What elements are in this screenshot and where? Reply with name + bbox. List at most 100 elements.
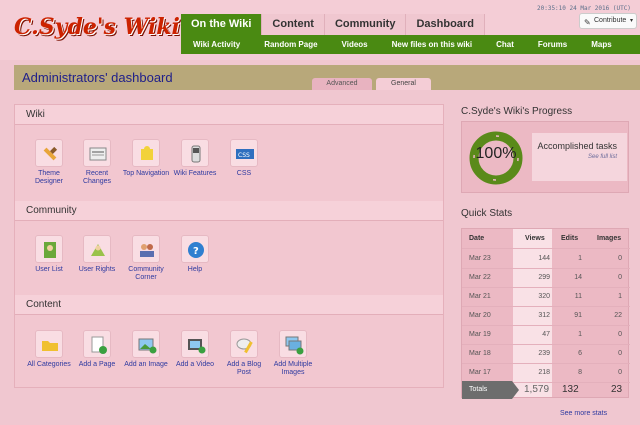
accomplished-label: Accomplished tasks <box>537 141 617 151</box>
tool-help[interactable]: ? Help <box>170 235 220 274</box>
css-icon: CSS <box>230 139 258 167</box>
page-title: Administrators' dashboard <box>22 70 173 85</box>
stat-edits: 14 <box>574 274 582 281</box>
stat-views: 218 <box>538 369 550 376</box>
tool-label: CSS <box>236 170 252 177</box>
newspaper-icon <box>83 139 111 167</box>
tool-label: Wiki Features <box>173 170 217 177</box>
see-full-list-link[interactable]: See full list <box>532 154 617 160</box>
tool-label: Theme Designer <box>34 170 63 185</box>
help-icon: ? <box>181 235 209 263</box>
sub-nav: Wiki Activity Random Page Videos New fil… <box>181 35 640 54</box>
progress-percent: 100% <box>475 145 517 162</box>
nav-tab-content[interactable]: Content <box>262 14 325 35</box>
see-more-stats-link[interactable]: See more stats <box>560 410 607 417</box>
col-date: Date <box>469 235 485 242</box>
subnav-new-files[interactable]: New files on this wiki <box>392 40 472 49</box>
blog-post-icon <box>230 330 258 358</box>
paintbrush-icon <box>35 139 63 167</box>
stat-images: 22 <box>614 312 622 319</box>
subnav-videos[interactable]: Videos <box>342 40 368 49</box>
tool-recent-changes[interactable]: Recent Changes <box>72 139 122 186</box>
nav-tab-on-the-wiki[interactable]: On the Wiki <box>181 14 263 35</box>
clock: 20:35:10 24 Mar 2016 (UTC) <box>537 5 631 12</box>
add-image-icon <box>132 330 160 358</box>
puzzle-icon <box>132 139 160 167</box>
stat-views: 299 <box>538 274 550 281</box>
tool-label: Add a Video <box>175 361 214 368</box>
table-row: Mar 21 320 11 1 <box>462 287 630 307</box>
tool-add-page[interactable]: Add a Page <box>72 330 122 369</box>
tool-label: Community Corner <box>128 266 164 281</box>
stats-totals: Totals 1,579 132 23 <box>462 381 630 399</box>
toggle-icon <box>181 139 209 167</box>
stat-views: 239 <box>538 350 550 357</box>
subnav-maps[interactable]: Maps <box>591 40 611 49</box>
tool-community-corner[interactable]: Community Corner <box>121 235 171 282</box>
total-views: 1,579 <box>524 384 550 395</box>
stat-images: 0 <box>618 331 622 338</box>
stat-edits: 1 <box>578 255 582 262</box>
nav-tab-dashboard[interactable]: Dashboard <box>406 14 485 35</box>
table-row: Mar 23 144 1 0 <box>462 249 630 269</box>
table-row: Mar 17 218 8 0 <box>462 363 630 383</box>
subnav-wiki-activity[interactable]: Wiki Activity <box>193 40 240 49</box>
stat-views: 47 <box>542 331 550 338</box>
stats-header: Date Views Edits Images <box>462 229 630 249</box>
tab-general[interactable]: General <box>376 78 431 90</box>
subnav-forums[interactable]: Forums <box>538 40 567 49</box>
tool-add-multiple-images[interactable]: Add Multiple Images <box>268 330 318 377</box>
nav-tab-community[interactable]: Community <box>324 14 407 35</box>
stat-views: 144 <box>538 255 550 262</box>
svg-text:?: ? <box>193 246 199 257</box>
subnav-random-page[interactable]: Random Page <box>264 40 317 49</box>
multiple-images-icon <box>279 330 307 358</box>
stat-date: Mar 20 <box>469 312 491 319</box>
tool-label: Add an Image <box>124 361 168 368</box>
tool-label: All Categories <box>27 361 71 368</box>
col-images: Images <box>597 235 622 242</box>
tool-add-video[interactable]: Add a Video <box>170 330 220 369</box>
tool-label: Help <box>187 266 203 273</box>
quick-stats-title: Quick Stats <box>461 208 513 219</box>
nav-tabs: On the Wiki Content Community Dashboard <box>181 14 485 35</box>
tool-label: Top Navigation <box>122 170 170 177</box>
tool-user-rights[interactable]: User Rights <box>72 235 122 274</box>
table-row: Mar 20 312 91 22 <box>462 306 630 326</box>
tab-advanced[interactable]: Advanced <box>312 78 372 90</box>
section-title-community: Community <box>15 201 443 221</box>
stat-edits: 8 <box>578 369 582 376</box>
dashboard-panel: Wiki Theme Designer Recent Changes Top N… <box>14 104 444 388</box>
total-images: 23 <box>611 384 623 395</box>
wiki-logo[interactable]: C.Syde's Wiki <box>14 14 180 40</box>
stat-date: Mar 19 <box>469 331 491 338</box>
tool-label: Add Multiple Images <box>273 361 313 376</box>
col-views: Views <box>525 235 545 242</box>
tool-add-image[interactable]: Add an Image <box>121 330 171 369</box>
total-edits: 132 <box>562 384 579 395</box>
stat-date: Mar 22 <box>469 274 491 281</box>
table-row: Mar 18 239 6 0 <box>462 344 630 364</box>
stat-date: Mar 18 <box>469 350 491 357</box>
tool-user-list[interactable]: User List <box>24 235 74 274</box>
stat-edits: 1 <box>578 331 582 338</box>
tool-add-blog-post[interactable]: Add a Blog Post <box>219 330 269 377</box>
section-title-content: Content <box>15 295 443 315</box>
community-icon <box>132 235 160 263</box>
stat-date: Mar 21 <box>469 293 491 300</box>
stat-edits: 6 <box>578 350 582 357</box>
stat-views: 312 <box>538 312 550 319</box>
tool-label: Add a Page <box>78 361 116 368</box>
tool-label: User Rights <box>78 266 116 273</box>
tool-all-categories[interactable]: All Categories <box>24 330 74 369</box>
folder-icon <box>35 330 63 358</box>
tool-css[interactable]: CSS CSS <box>219 139 269 178</box>
stat-edits: 11 <box>574 293 582 300</box>
tool-top-navigation[interactable]: Top Navigation <box>121 139 171 178</box>
tool-theme-designer[interactable]: Theme Designer <box>24 139 74 186</box>
stat-date: Mar 23 <box>469 255 491 262</box>
svg-text:CSS: CSS <box>238 152 250 159</box>
tool-label: Add a Blog Post <box>226 361 262 376</box>
subnav-chat[interactable]: Chat <box>496 40 514 49</box>
tool-wiki-features[interactable]: Wiki Features <box>170 139 220 178</box>
